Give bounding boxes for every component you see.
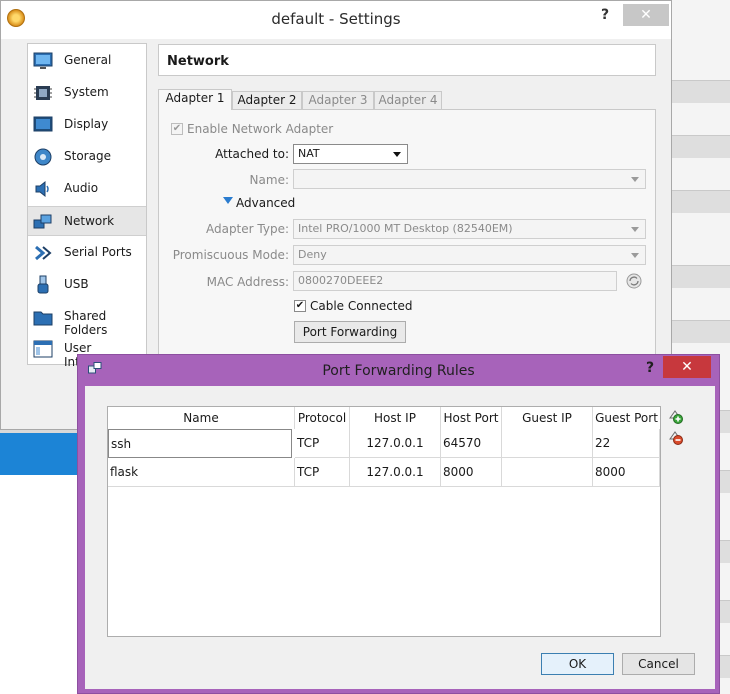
adapter-type-value: Intel PRO/1000 MT Desktop (82540EM) [298,222,513,235]
remove-rule-icon[interactable] [667,429,683,445]
table-cell-guest-ip[interactable] [502,429,593,458]
chevron-down-icon [393,152,401,157]
promiscuous-mode-value: Deny [298,248,327,261]
column-header-host-ip[interactable]: Host IP [350,407,441,429]
help-button[interactable]: ? [646,360,654,376]
background-accent-bar [0,433,80,475]
chevron-down-icon [631,253,639,258]
mac-address-label: MAC Address: [206,275,289,289]
sidebar-item-label: Network [64,214,115,228]
background-strip [672,80,730,103]
enable-adapter-label: Enable Network Adapter [187,122,334,136]
folder-icon [33,311,53,326]
display-icon [33,116,53,132]
sidebar-item-network[interactable]: Network [28,206,146,236]
attached-to-value: NAT [298,147,320,160]
column-header-host-port[interactable]: Host Port [441,407,502,429]
sidebar-item-serial-ports[interactable]: Serial Ports [28,238,146,268]
sidebar-item-label: General [64,53,112,67]
table-cell-protocol[interactable]: TCP [295,429,350,458]
window-icon [33,340,53,358]
network-icon [33,214,52,229]
chevron-down-icon [631,177,639,182]
table-cell-host-port[interactable]: 64570 [441,429,502,458]
settings-sidebar: General System Display Storage Audio Net… [27,43,147,369]
attached-to-select[interactable]: NAT [293,144,408,164]
mac-address-field[interactable]: 0800270DEEE2 [293,271,617,291]
sidebar-item-label: Display [64,117,109,131]
sidebar-item-usb[interactable]: USB [28,270,146,300]
speaker-icon [35,180,49,198]
dialog-title[interactable]: Port Forwarding Rules [78,363,719,379]
cable-connected-label: Cable Connected [310,299,413,313]
enable-adapter-checkbox[interactable]: ✔ [171,123,183,135]
table-cell-name[interactable]: flask [108,458,295,487]
adapter-type-label: Adapter Type: [205,222,289,236]
section-title: Network [158,44,656,76]
port-forwarding-dialog: Port Forwarding Rules ? ✕ Name Protocol … [77,354,720,694]
tab-adapter-3[interactable]: Adapter 3 [302,91,374,109]
cable-connected-checkbox[interactable]: ✔ [294,300,306,312]
usb-icon [37,275,49,294]
table-cell-guest-port[interactable]: 8000 [593,458,660,487]
sidebar-item-system[interactable]: System [28,78,146,108]
attached-to-label: Attached to: [215,147,289,161]
rules-table: Name Protocol Host IP Host Port Guest IP… [107,406,661,637]
chip-icon [34,86,52,100]
expand-triangle-icon[interactable] [223,197,233,204]
sidebar-item-shared-folders[interactable]: Shared Folders [28,302,146,337]
window-title: default - Settings [271,10,401,28]
storage-icon [34,148,52,166]
settings-titlebar[interactable]: default - Settings ? ✕ [1,1,671,39]
table-cell-host-port[interactable]: 8000 [441,458,502,487]
background-strip [672,265,730,288]
column-header-guest-port[interactable]: Guest Port [593,407,660,429]
background-strip [672,320,730,343]
background-strip [672,135,730,158]
sidebar-item-label: System [64,85,109,99]
column-header-guest-ip[interactable]: Guest IP [502,407,593,429]
help-button[interactable]: ? [601,7,609,23]
table-cell-name[interactable]: ssh [108,429,292,458]
table-cell-guest-port[interactable]: 22 [593,429,660,458]
sidebar-item-general[interactable]: General [28,46,146,76]
cancel-button[interactable]: Cancel [622,653,695,675]
chevron-down-icon [631,227,639,232]
sidebar-item-label: Shared Folders [64,309,108,337]
promiscuous-mode-label: Promiscuous Mode: [172,248,289,262]
sidebar-item-label: Serial Ports [64,245,132,259]
close-button[interactable]: ✕ [663,356,711,378]
monitor-icon [33,52,53,69]
table-cell-protocol[interactable]: TCP [295,458,350,487]
dialog-body: Name Protocol Host IP Host Port Guest IP… [85,386,715,689]
name-label: Name: [249,173,289,187]
sidebar-item-storage[interactable]: Storage [28,142,146,172]
column-header-protocol[interactable]: Protocol [295,407,350,429]
table-cell-guest-ip[interactable] [502,458,593,487]
serial-port-icon [35,245,52,261]
table-cell-host-ip[interactable]: 127.0.0.1 [350,458,441,487]
column-header-name[interactable]: Name [108,407,295,429]
advanced-toggle[interactable]: Advanced [236,196,295,210]
sidebar-item-label: Audio [64,181,99,195]
ok-button[interactable]: OK [541,653,614,675]
tab-adapter-4[interactable]: Adapter 4 [374,91,442,109]
sidebar-item-display[interactable]: Display [28,110,146,140]
adapter-panel: ✔ Enable Network Adapter Attached to: NA… [158,109,656,359]
sidebar-item-audio[interactable]: Audio [28,174,146,204]
adapter-type-select[interactable]: Intel PRO/1000 MT Desktop (82540EM) [293,219,646,239]
background-strip [672,190,730,213]
port-forwarding-button[interactable]: Port Forwarding [294,321,406,343]
refresh-mac-icon[interactable] [625,272,643,290]
promiscuous-mode-select[interactable]: Deny [293,245,646,265]
add-rule-icon[interactable] [667,408,683,424]
sidebar-item-label: Storage [64,149,111,163]
tab-adapter-2[interactable]: Adapter 2 [232,91,302,109]
table-cell-host-ip[interactable]: 127.0.0.1 [350,429,441,458]
tab-adapter-1[interactable]: Adapter 1 [158,89,232,110]
close-button[interactable]: ✕ [623,4,669,26]
sidebar-item-label: USB [64,277,89,291]
name-select[interactable] [293,169,646,189]
